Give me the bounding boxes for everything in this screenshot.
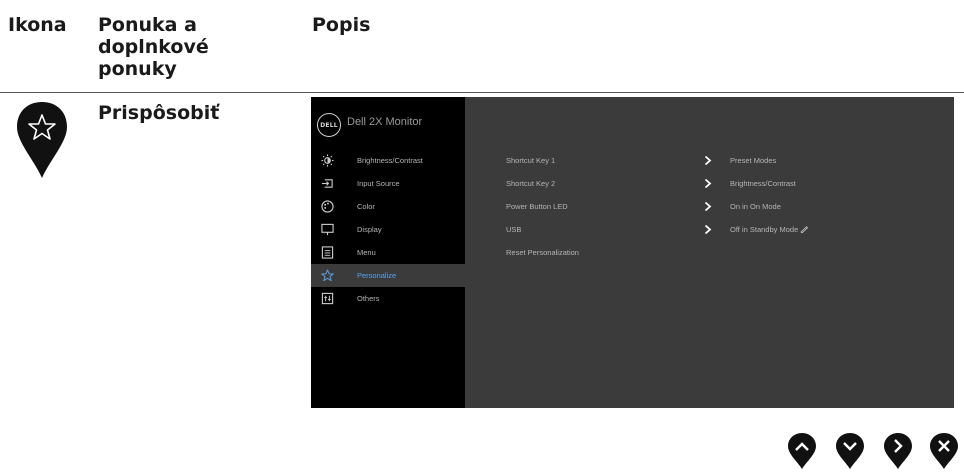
option-usb[interactable]: USB Off in Standby Mode (465, 218, 954, 241)
menu-icon (321, 246, 334, 259)
header-divider (0, 92, 964, 93)
option-shortcut-key-1[interactable]: Shortcut Key 1 Preset Modes (465, 149, 954, 172)
osd-menu: Brightness/Contrast Input Source Color D… (311, 149, 465, 310)
menu-item-color[interactable]: Color (311, 195, 465, 218)
chevron-right-icon (704, 178, 712, 189)
option-value-text: Off in Standby Mode (730, 225, 799, 234)
option-value: Preset Modes (730, 156, 777, 165)
osd-panel: DELL Dell 2X Monitor Brightness/Contrast… (311, 97, 954, 408)
color-palette-icon (321, 200, 334, 213)
star-icon (321, 269, 334, 282)
menu-item-input-source[interactable]: Input Source (311, 172, 465, 195)
option-value: On in On Mode (730, 202, 781, 211)
menu-item-label: Display (357, 225, 382, 234)
option-power-button-led[interactable]: Power Button LED On in On Mode (465, 195, 954, 218)
display-icon (321, 223, 334, 236)
menu-item-label: Color (357, 202, 375, 211)
column-header-icon: Ikona (8, 14, 67, 36)
input-source-icon (321, 179, 333, 188)
up-icon[interactable] (787, 432, 817, 470)
others-icon (321, 292, 334, 305)
chevron-right-icon (704, 155, 712, 166)
menu-item-label: Brightness/Contrast (357, 156, 423, 165)
option-value: Off in Standby Mode (730, 225, 809, 234)
chevron-right-icon (704, 224, 712, 235)
chevron-right-icon (704, 201, 712, 212)
close-icon[interactable] (929, 432, 959, 470)
option-label: Shortcut Key 2 (506, 179, 556, 188)
option-label: USB (506, 225, 522, 234)
option-reset-personalization[interactable]: Reset Personalization (465, 241, 954, 264)
menu-item-label: Menu (357, 248, 376, 257)
row-title: Prispôsobiť (98, 102, 220, 124)
menu-item-label: Personalize (357, 271, 397, 280)
brightness-icon (321, 154, 334, 167)
column-header-menu: Ponuka a doplnkové ponuky (98, 14, 209, 80)
option-label: Reset Personalization (506, 248, 579, 257)
down-icon[interactable] (835, 432, 865, 470)
option-label: Shortcut Key 1 (506, 156, 556, 165)
column-header-description: Popis (312, 14, 371, 36)
menu-item-label: Input Source (357, 179, 400, 188)
menu-item-display[interactable]: Display (311, 218, 465, 241)
menu-item-menu[interactable]: Menu (311, 241, 465, 264)
personalize-options: Shortcut Key 1 Preset Modes Shortcut Key… (465, 149, 954, 264)
option-value: Brightness/Contrast (730, 179, 796, 188)
menu-item-brightness-contrast[interactable]: Brightness/Contrast (311, 149, 465, 172)
dell-logo: DELL (317, 113, 341, 137)
monitor-model: Dell 2X Monitor (347, 116, 423, 128)
pencil-icon (800, 226, 809, 234)
option-label: Power Button LED (506, 202, 568, 211)
right-icon[interactable] (883, 432, 913, 470)
menu-item-label: Others (357, 294, 380, 303)
option-shortcut-key-2[interactable]: Shortcut Key 2 Brightness/Contrast (465, 172, 954, 195)
menu-item-others[interactable]: Others (311, 287, 465, 310)
personalize-pin-star-icon (17, 102, 67, 178)
menu-item-personalize[interactable]: Personalize (311, 264, 465, 287)
